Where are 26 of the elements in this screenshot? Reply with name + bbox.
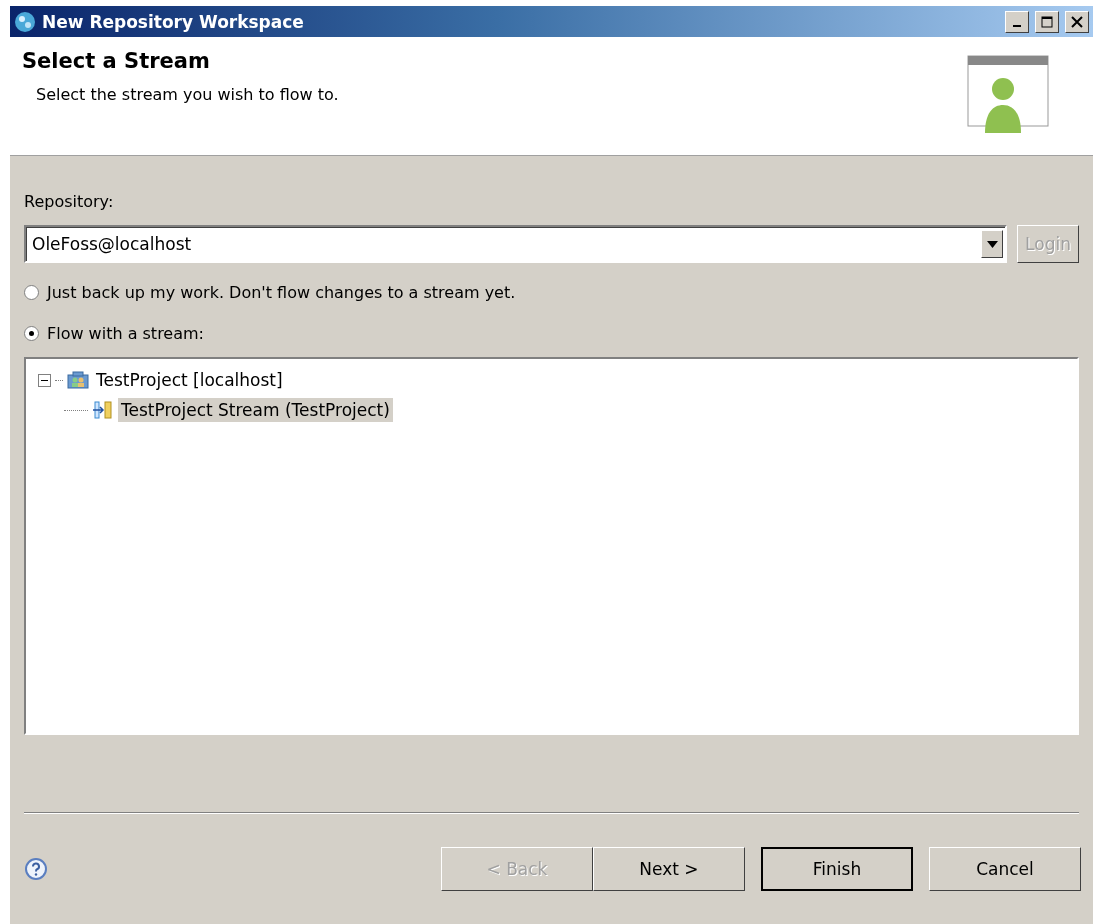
radio-button[interactable]	[24, 285, 39, 300]
minimize-button[interactable]	[1005, 10, 1029, 33]
team-folder-icon	[67, 371, 89, 389]
wizard-button[interactable]: Next >	[593, 847, 745, 891]
radio-label: Just back up my work. Don't flow changes to a stream yet.	[47, 283, 516, 302]
tree-item[interactable]: TestProject Stream (TestProject)	[118, 398, 393, 422]
wizard-button[interactable]: Finish	[761, 847, 913, 891]
page-title: Select a Stream	[22, 49, 211, 73]
close-button[interactable]	[1065, 10, 1089, 33]
repository-label: Repository:	[24, 192, 114, 211]
wizard-button[interactable]: Cancel	[929, 847, 1081, 891]
maximize-button[interactable]	[1035, 10, 1059, 33]
minimize-icon	[1013, 24, 1021, 27]
close-icon	[1071, 15, 1083, 28]
stream-icon	[92, 400, 114, 420]
maximize-icon	[1041, 15, 1053, 28]
help-icon[interactable]	[24, 857, 48, 881]
radio-button[interactable]	[24, 326, 39, 341]
tree-item[interactable]: TestProject [localhost]	[93, 368, 286, 392]
dropdown-arrow-icon	[986, 240, 998, 248]
repository-dropdown[interactable]: OleFoss@localhost	[24, 225, 1007, 263]
page-description: Select the stream you wish to flow to.	[35, 85, 339, 104]
app-icon	[14, 10, 36, 33]
window-title: New Repository Workspace	[42, 11, 305, 32]
radio-label: Flow with a stream:	[47, 324, 204, 343]
collapse-toggle[interactable]	[38, 373, 51, 387]
